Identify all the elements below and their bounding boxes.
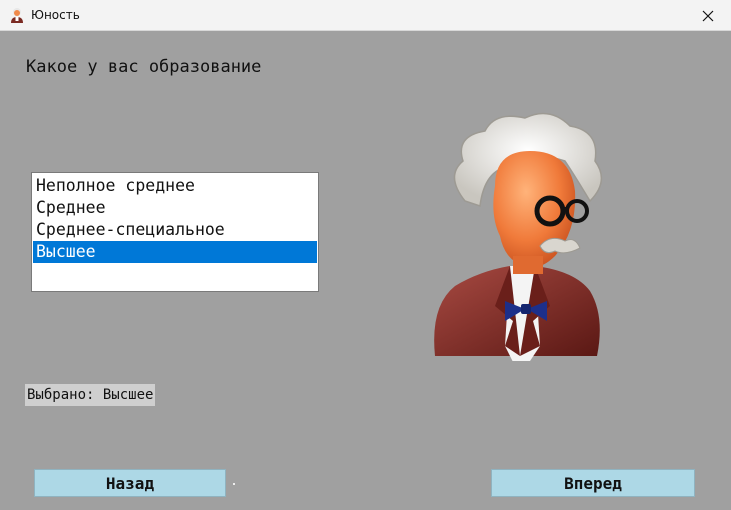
list-item-vocational[interactable]: Среднее-специальное (33, 219, 317, 241)
window-content: Какое у вас образование Неполное среднее… (0, 31, 731, 510)
list-item-secondary[interactable]: Среднее (33, 197, 317, 219)
back-button[interactable]: Назад (34, 469, 226, 497)
close-icon (702, 10, 714, 21)
list-item-higher[interactable]: Высшее (33, 241, 317, 263)
selection-status-label: Выбрано: Высшее (25, 384, 156, 406)
next-button[interactable]: Вперед (491, 469, 695, 497)
professor-icon (11, 8, 23, 23)
close-button[interactable] (685, 0, 731, 31)
education-listbox[interactable]: Неполное среднее Среднее Среднее-специал… (31, 172, 319, 292)
list-item-incomplete-secondary[interactable]: Неполное среднее (33, 175, 317, 197)
question-label: Какое у вас образование (26, 57, 262, 77)
separator-dot (233, 483, 235, 485)
title-bar: Юность (0, 0, 731, 31)
window-title: Юность (31, 8, 80, 22)
professor-avatar (434, 112, 603, 361)
